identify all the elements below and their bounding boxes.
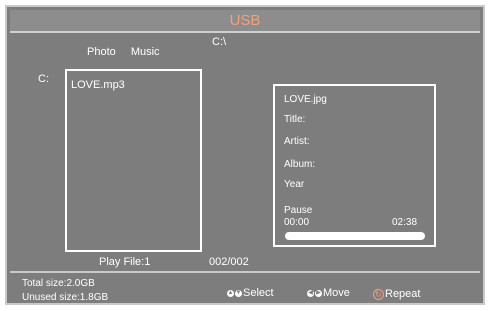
down-arrow-icon: ▼: [235, 289, 242, 297]
select-label: Select: [243, 287, 274, 299]
time-current: 00:00: [284, 217, 310, 228]
info-year-label: Year: [284, 179, 305, 190]
info-artist-label: Artist:: [284, 136, 310, 147]
media-info-panel: LOVE.jpg Title: Artist: Album: Year Paus…: [273, 84, 436, 247]
right-arrow-icon: ▶: [315, 289, 322, 297]
file-item-love-mp3[interactable]: LOVE.mp3: [71, 79, 125, 91]
left-arrow-icon: ◀: [307, 289, 314, 297]
drive-label[interactable]: C:: [38, 73, 49, 85]
media-tabs: Photo Music: [87, 46, 172, 58]
progress-bar[interactable]: [285, 232, 425, 240]
repeat-icon: ↻: [373, 288, 384, 300]
up-arrow-icon: ▲: [227, 289, 234, 297]
footer-divider: [10, 271, 480, 273]
usb-player-window: USB C:\ Photo Music C: LOVE.mp3 LOVE.jpg…: [5, 5, 485, 305]
title-bar: USB: [10, 10, 480, 33]
total-size: Total size:2.0GB: [22, 278, 95, 289]
info-title-label: Title:: [284, 114, 306, 125]
repeat-hint[interactable]: ↻ Repeat: [373, 288, 420, 300]
repeat-label: Repeat: [385, 288, 421, 300]
info-album-label: Album:: [284, 159, 316, 170]
move-label: Move: [323, 287, 350, 299]
time-total: 02:38: [392, 217, 418, 228]
info-filename: LOVE.jpg: [284, 94, 327, 105]
move-hint[interactable]: ◀ ▶ Move: [307, 287, 350, 299]
select-hint[interactable]: ▲ ▼ Select: [227, 287, 274, 299]
play-file-label: Play File:1: [99, 256, 151, 268]
file-count: 002/002: [209, 256, 249, 268]
file-list: LOVE.mp3: [65, 69, 202, 252]
unused-size: Unused size:1.8GB: [22, 292, 109, 303]
tab-photo[interactable]: Photo: [87, 46, 116, 58]
current-path: C:\: [212, 36, 227, 48]
window-title: USB: [229, 12, 261, 29]
storage-info: Total size:2.0GB Unused size:1.8GB: [22, 277, 108, 305]
playback-status: Pause: [284, 205, 313, 216]
tab-music[interactable]: Music: [131, 46, 160, 58]
